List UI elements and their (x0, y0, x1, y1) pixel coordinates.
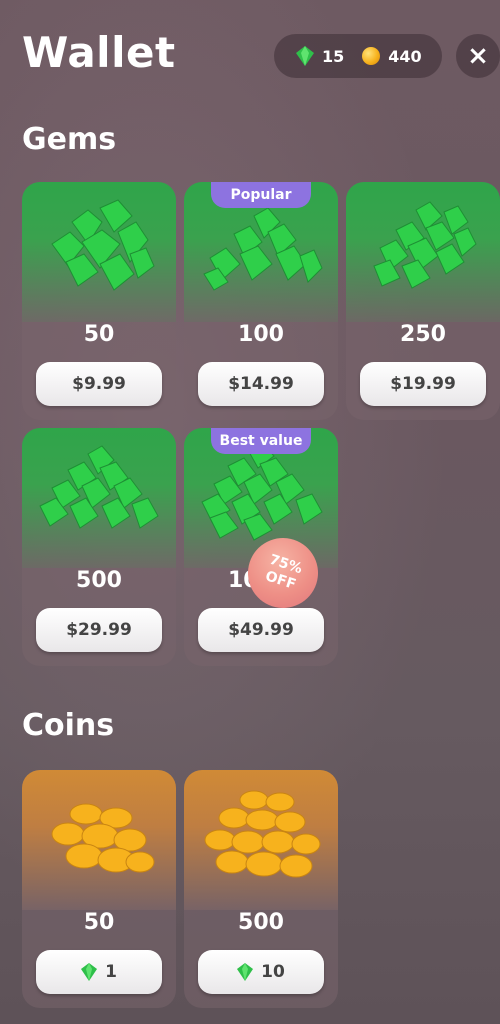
gem-icon (81, 963, 98, 981)
close-button[interactable]: × (456, 34, 500, 78)
coin-icon (362, 47, 381, 65)
close-icon: × (467, 41, 489, 71)
coins-section-title: Coins (22, 708, 115, 743)
gems-section-title: Gems (22, 122, 117, 157)
price-gems: 1 (105, 962, 117, 982)
buy-button[interactable]: $29.99 (36, 608, 162, 652)
pack-amount: 50 (83, 910, 115, 935)
coin-pack-card[interactable]: 500 10 (184, 770, 338, 1008)
pack-amount: 50 (83, 322, 115, 347)
coin-pile-icon (51, 803, 155, 873)
buy-button[interactable]: $19.99 (360, 362, 486, 406)
best-value-badge: Best value (211, 428, 311, 454)
currency-balance: 15 440 (274, 34, 442, 78)
pack-amount: 100 (238, 322, 284, 347)
price-gems: 10 (261, 962, 285, 982)
gem-pack-card[interactable]: 500 $29.99 (22, 428, 176, 666)
pack-amount: 500 (76, 568, 122, 593)
gem-pack-card[interactable]: Popular 100 $14.99 (184, 182, 338, 420)
buy-button[interactable]: 1 (36, 950, 162, 994)
gem-pack-card[interactable]: Best value 10 75% OFF $49.99 (184, 428, 338, 666)
pack-amount: 500 (238, 910, 284, 935)
buy-button[interactable]: $49.99 (198, 608, 324, 652)
coin-pack-card[interactable]: 50 1 (22, 770, 176, 1008)
gem-balance: 15 (322, 46, 345, 66)
wallet-header: Wallet 15 440 × (0, 0, 500, 110)
buy-button[interactable]: $14.99 (198, 362, 324, 406)
gem-icon (237, 963, 254, 981)
gem-pile-icon (51, 199, 155, 291)
gem-icon (296, 46, 314, 66)
gem-pack-card[interactable]: 50 $9.99 (22, 182, 176, 420)
gem-pile-icon (373, 201, 477, 289)
coin-balance: 440 (388, 46, 422, 66)
pack-amount: 250 (400, 322, 446, 347)
coin-pile-icon (204, 790, 321, 878)
gem-pack-card[interactable]: 250 $19.99 (346, 182, 500, 420)
buy-button[interactable]: $9.99 (36, 362, 162, 406)
buy-button[interactable]: 10 (198, 950, 324, 994)
page-title: Wallet (22, 28, 176, 77)
gem-pile-icon (39, 445, 159, 529)
popular-badge: Popular (211, 182, 311, 208)
